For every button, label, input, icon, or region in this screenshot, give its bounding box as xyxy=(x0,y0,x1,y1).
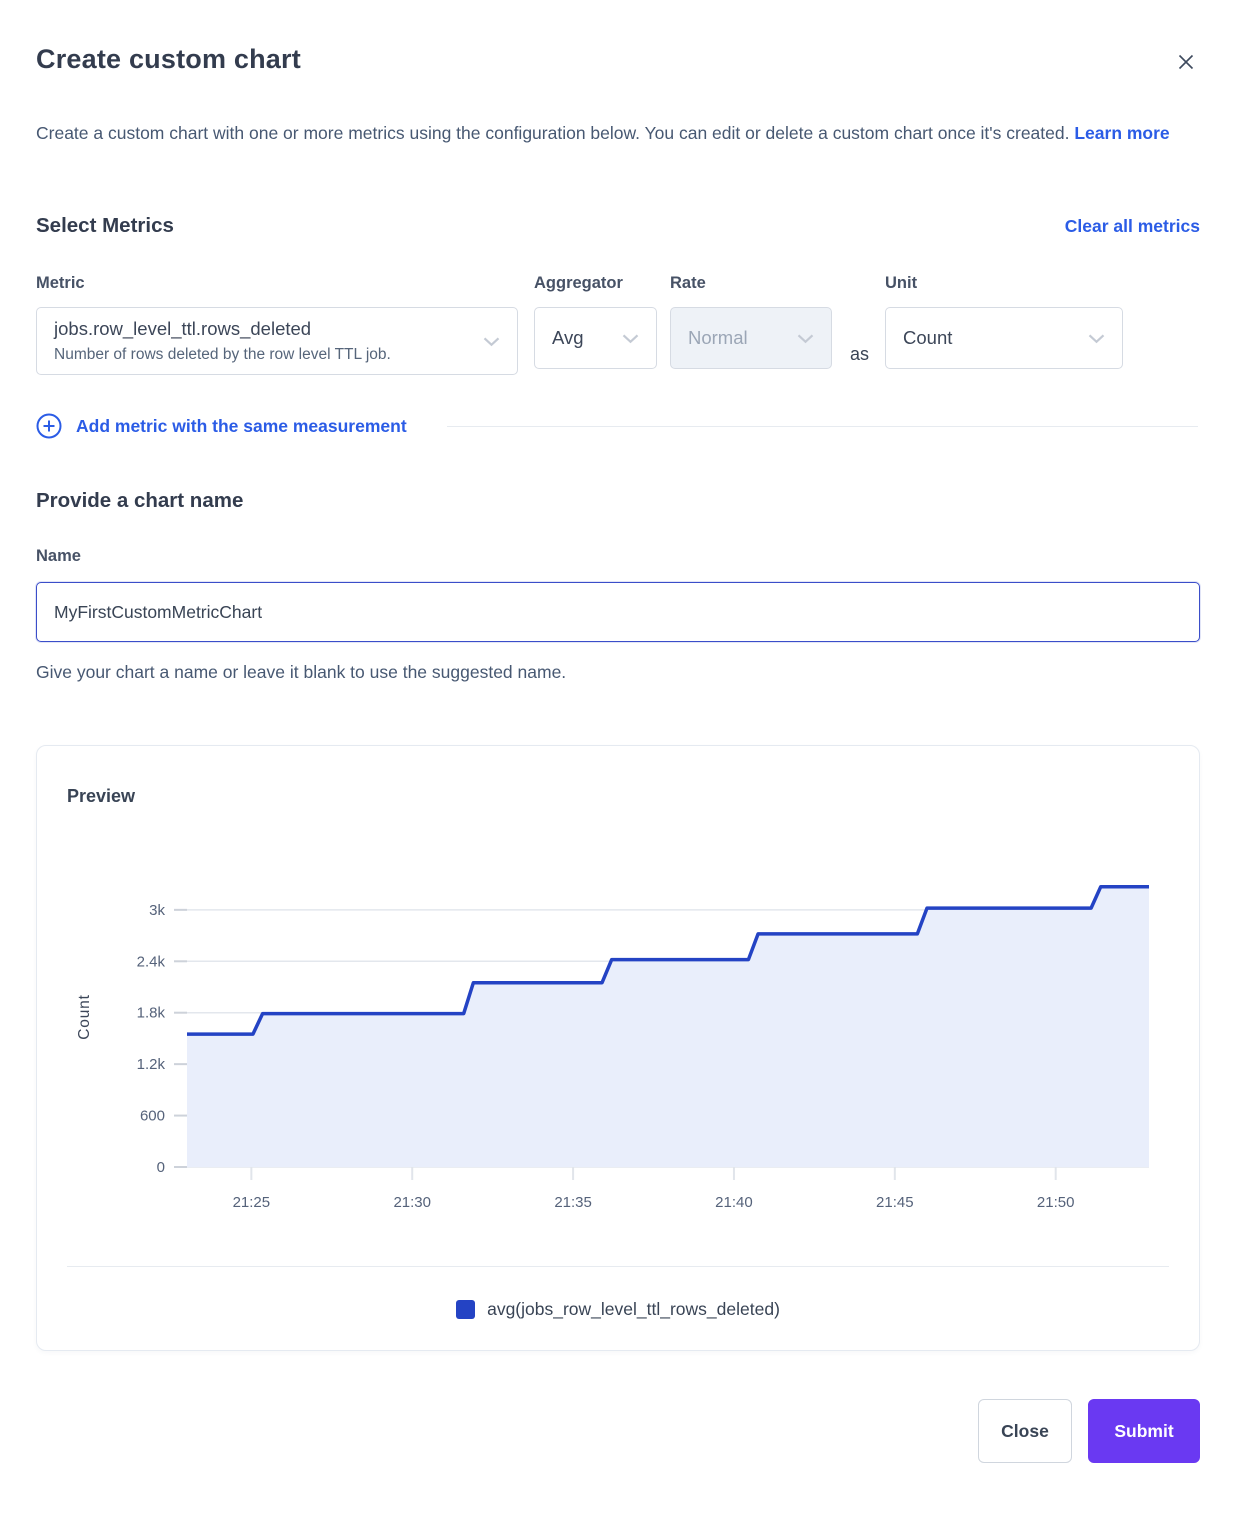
create-custom-chart-modal: Create custom chart Create a custom char… xyxy=(0,0,1236,1499)
select-metrics-heading: Select Metrics xyxy=(36,214,174,238)
rate-label: Rate xyxy=(670,274,832,293)
modal-header: Create custom chart xyxy=(36,44,1200,76)
chevron-down-icon xyxy=(622,334,639,344)
unit-field: Unit Count xyxy=(885,274,1123,369)
preview-chart: 0 600 1.2k 1.8k 2.4k 3k 21:25 21:30 21:35 21:40 21… xyxy=(67,837,1169,1242)
metric-select-value: jobs.row_level_ttl.rows_deleted xyxy=(54,318,311,340)
legend-label: avg(jobs_row_level_ttl_rows_deleted) xyxy=(487,1299,780,1320)
chart-legend: avg(jobs_row_level_ttl_rows_deleted) xyxy=(67,1266,1169,1350)
svg-text:3k: 3k xyxy=(149,902,165,919)
svg-text:1.8k: 1.8k xyxy=(137,1005,166,1022)
metric-label: Metric xyxy=(36,274,518,293)
chart-name-input[interactable] xyxy=(36,582,1200,642)
chart-name-heading: Provide a chart name xyxy=(36,489,1200,513)
divider xyxy=(447,426,1198,427)
chevron-down-icon xyxy=(1088,334,1105,344)
preview-chart-svg: 0 600 1.2k 1.8k 2.4k 3k 21:25 21:30 21:35 21:40 21… xyxy=(67,837,1177,1242)
svg-text:21:25: 21:25 xyxy=(233,1194,271,1211)
aggregator-select[interactable]: Avg xyxy=(534,307,657,369)
aggregator-field: Aggregator Avg xyxy=(534,274,657,369)
add-metric-button[interactable]: Add metric with the same measurement xyxy=(36,413,407,439)
unit-select[interactable]: Count xyxy=(885,307,1123,369)
chevron-down-icon xyxy=(483,337,500,347)
chart-name-helper: Give your chart a name or leave it blank… xyxy=(36,662,1200,683)
svg-text:21:40: 21:40 xyxy=(715,1194,753,1211)
modal-footer: Close Submit xyxy=(36,1399,1200,1463)
name-label: Name xyxy=(36,547,1200,566)
page-title: Create custom chart xyxy=(36,44,301,75)
legend-swatch xyxy=(456,1300,475,1319)
unit-select-value: Count xyxy=(903,327,952,349)
svg-text:21:50: 21:50 xyxy=(1037,1194,1075,1211)
metric-config-row: Metric jobs.row_level_ttl.rows_deleted N… xyxy=(36,274,1200,375)
close-icon xyxy=(1176,52,1196,72)
rate-select-value: Normal xyxy=(688,327,748,349)
chevron-down-icon xyxy=(797,334,814,344)
rate-field: Rate Normal xyxy=(670,274,832,369)
aggregator-select-value: Avg xyxy=(552,327,584,349)
preview-title: Preview xyxy=(67,786,1169,807)
svg-text:0: 0 xyxy=(157,1159,165,1176)
rate-select-disabled: Normal xyxy=(670,307,832,369)
close-footer-button[interactable]: Close xyxy=(978,1399,1072,1463)
close-button[interactable] xyxy=(1172,48,1200,76)
aggregator-label: Aggregator xyxy=(534,274,657,293)
svg-text:21:30: 21:30 xyxy=(393,1194,431,1211)
metric-select[interactable]: jobs.row_level_ttl.rows_deleted Number o… xyxy=(36,307,518,375)
svg-text:21:35: 21:35 xyxy=(554,1194,592,1211)
metric-select-description: Number of rows deleted by the row level … xyxy=(54,346,391,364)
submit-button[interactable]: Submit xyxy=(1088,1399,1200,1463)
select-metrics-header: Select Metrics Clear all metrics xyxy=(36,214,1200,238)
svg-text:21:45: 21:45 xyxy=(876,1194,914,1211)
clear-all-metrics-link[interactable]: Clear all metrics xyxy=(1065,216,1200,237)
learn-more-link[interactable]: Learn more xyxy=(1074,123,1169,143)
metric-field: Metric jobs.row_level_ttl.rows_deleted N… xyxy=(36,274,518,375)
svg-text:Count: Count xyxy=(76,994,93,1039)
unit-label: Unit xyxy=(885,274,1123,293)
modal-description: Create a custom chart with one or more m… xyxy=(36,114,1200,152)
add-metric-label: Add metric with the same measurement xyxy=(76,416,407,437)
description-text: Create a custom chart with one or more m… xyxy=(36,123,1069,143)
preview-card: Preview 0 600 1.2k 1.8k 2.4k 3k 21:25 21:30 21:3… xyxy=(36,745,1200,1351)
svg-text:1.2k: 1.2k xyxy=(137,1056,166,1073)
plus-circle-icon xyxy=(36,413,62,439)
as-label: as xyxy=(850,344,869,365)
add-metric-row: Add metric with the same measurement xyxy=(36,413,1200,439)
svg-text:600: 600 xyxy=(140,1108,165,1125)
svg-text:2.4k: 2.4k xyxy=(137,953,166,970)
